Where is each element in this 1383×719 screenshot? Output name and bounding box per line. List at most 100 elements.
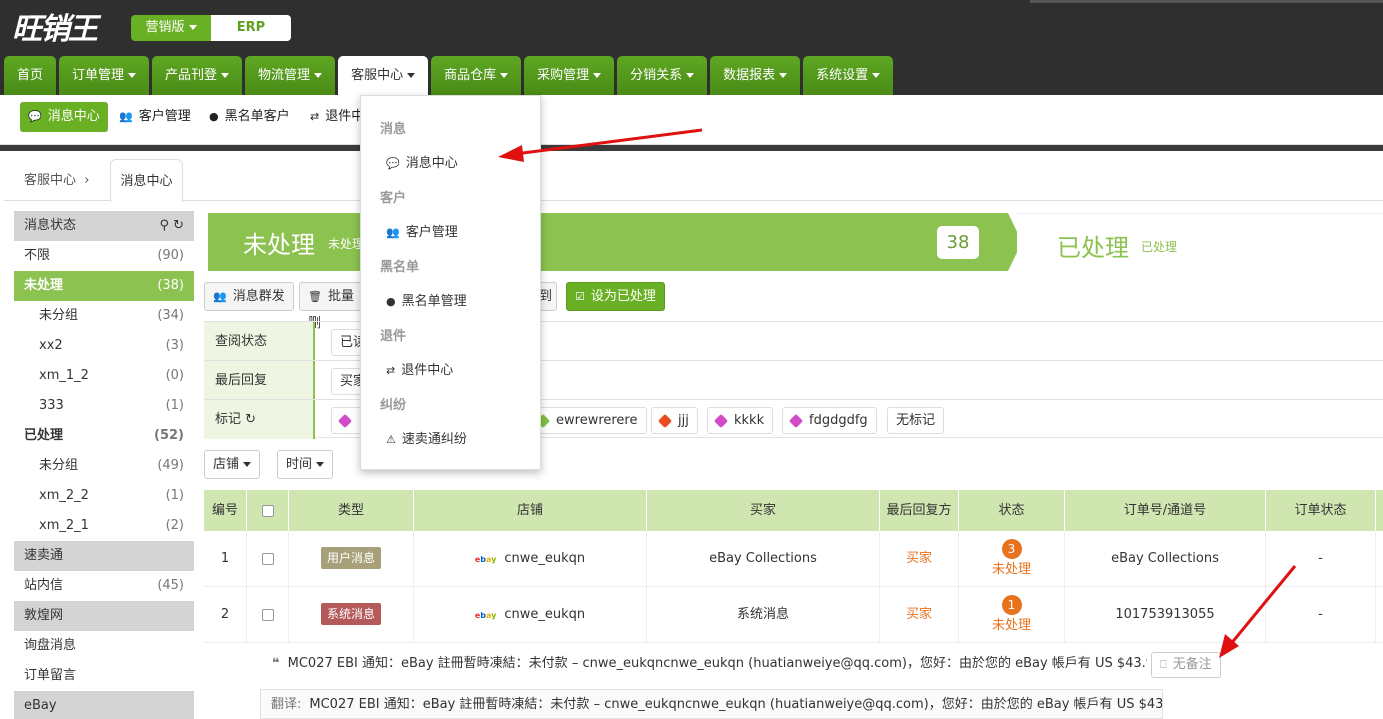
nav-tab-settings[interactable]: 系统设置 xyxy=(803,56,894,95)
sidebar-item-ungrouped[interactable]: 未分组 (34) xyxy=(14,301,194,331)
cell-order[interactable]: 101753913055 xyxy=(1065,587,1266,642)
refresh-icon[interactable]: ↻ xyxy=(245,412,256,427)
col-order-status[interactable]: 订单状态 xyxy=(1266,490,1376,531)
cell-buyer[interactable]: eBay Collections xyxy=(647,531,880,586)
tag-chip[interactable]: ewrewrerere xyxy=(529,407,647,434)
users-icon: 👥 xyxy=(213,290,227,303)
nav-tab-logistics[interactable]: 物流管理 xyxy=(245,56,336,95)
sidebar-heading-ebay: eBay xyxy=(14,691,194,719)
dropdown-item-customers[interactable]: 👥 客户管理 xyxy=(386,221,458,240)
subnav-returns[interactable]: ⇄ 退件中 xyxy=(310,102,364,132)
tag-icon xyxy=(337,413,353,428)
cell-order[interactable]: eBay Collections xyxy=(1065,531,1266,586)
sidebar-item-xm21[interactable]: xm_2_1 (2) xyxy=(14,511,194,541)
tag-icon xyxy=(657,413,673,428)
subnav-message-center[interactable]: 💬 消息中心 xyxy=(20,102,108,132)
time-filter-button[interactable]: 时间 xyxy=(277,450,334,479)
nav-tab-home[interactable]: 首页 xyxy=(4,56,57,95)
row-checkbox[interactable] xyxy=(261,608,274,621)
app-logo[interactable]: 旺销王 xyxy=(12,4,98,48)
erp-button[interactable]: ERP xyxy=(211,15,291,41)
trash-icon: 🗑 xyxy=(308,290,322,303)
message-preview[interactable]: ❝ MC027 EBI 通知：eBay 註冊暫時凍結：未付款 – cnwe_euk… xyxy=(272,652,1147,671)
sidebar-item-all[interactable]: 不限 (90) xyxy=(14,241,194,271)
table-row[interactable]: 2 系统消息 ebay cnwe_eukqn 系统消息 买家 1 未处理 10175… xyxy=(204,587,1383,643)
nav-tab-purchase[interactable]: 采购管理 xyxy=(524,56,615,95)
col-order[interactable]: 订单号/通道号 xyxy=(1065,490,1266,531)
cell-buyer[interactable]: 系统消息 xyxy=(647,587,880,642)
subnav-blacklist[interactable]: ● 黑名单客户 xyxy=(209,102,290,132)
sidebar-item-333[interactable]: 333 (1) xyxy=(14,391,194,421)
row-checkbox[interactable] xyxy=(261,552,274,565)
ebay-icon: ebay xyxy=(474,611,497,620)
sidebar-item-xm22[interactable]: xm_2_2 (1) xyxy=(14,481,194,511)
nav-tab-customer-service[interactable]: 客服中心 xyxy=(338,56,429,95)
col-shop[interactable]: 店铺 xyxy=(414,490,647,531)
nav-tab-orders[interactable]: 订单管理 xyxy=(59,56,150,95)
cell-shop: ebay cnwe_eukqn xyxy=(414,587,647,642)
cell-select[interactable] xyxy=(247,531,289,586)
filter-label: 查阅状态 xyxy=(204,322,315,361)
select-all-checkbox[interactable] xyxy=(261,504,274,517)
breadcrumb: 客服中心 › 消息中心 xyxy=(4,151,1383,202)
cell-order-status: - xyxy=(1266,531,1376,586)
refresh-icon: ⇄ xyxy=(310,110,320,123)
cell-status: 3 未处理 xyxy=(959,531,1065,586)
nav-tab-reports[interactable]: 数据报表 xyxy=(710,56,801,95)
sidebar-item-xx2[interactable]: xx2 (3) xyxy=(14,331,194,361)
add-note-button[interactable]: ⎕ 无备注 xyxy=(1151,652,1221,678)
dropdown-item-message-center[interactable]: 💬 消息中心 xyxy=(386,152,458,171)
dropdown-item-returns[interactable]: ⇄ 退件中心 xyxy=(386,359,453,378)
dropdown-item-blacklist[interactable]: ● 黑名单管理 xyxy=(386,290,467,309)
col-status[interactable]: 状态 xyxy=(959,490,1065,531)
chat-icon: 💬 xyxy=(28,110,42,123)
users-icon: 👥 xyxy=(386,226,400,239)
sidebar-item-inquiry[interactable]: 询盘消息 xyxy=(14,631,194,661)
filter-label: 最后回复 xyxy=(204,361,315,400)
pending-title: 未处理 xyxy=(243,231,315,259)
mass-message-button[interactable]: 👥 消息群发 xyxy=(204,282,294,311)
subnav-customers[interactable]: 👥 客户管理 xyxy=(119,102,191,132)
dropdown-category: 消息 xyxy=(380,122,407,137)
table-header: 编号 类型 店铺 买家 最后回复方 状态 订单号/通道号 订单状态 xyxy=(204,490,1383,531)
cell-order-status: - xyxy=(1266,587,1376,642)
tree-refresh-icon[interactable]: ⚲ ↻ xyxy=(159,211,184,241)
count-badge: 1 xyxy=(1001,595,1022,615)
table-row[interactable]: 1 用户消息 ebay cnwe_eukqn eBay Collections 买… xyxy=(204,531,1383,587)
sidebar-item-order-notes[interactable]: 订单留言 xyxy=(14,661,194,691)
sidebar-item-xm12[interactable]: xm_1_2 (0) xyxy=(14,361,194,391)
sidebar-item-inbox[interactable]: 站内信 (45) xyxy=(14,571,194,601)
col-type[interactable]: 类型 xyxy=(289,490,414,531)
done-subtitle: 已处理 xyxy=(1141,240,1178,254)
col-no[interactable]: 编号 xyxy=(204,490,247,531)
done-status-banner[interactable]: 已处理 已处理 xyxy=(1017,213,1383,271)
sidebar-heading-status: 消息状态 ⚲ ↻ xyxy=(14,211,194,241)
sidebar-item-pending[interactable]: 未处理 (38) xyxy=(14,271,194,301)
dropdown-item-disputes[interactable]: ⚠ 速卖通纠纷 xyxy=(386,428,467,447)
filter-label: 标记 ↻ xyxy=(204,400,315,439)
cell-select[interactable] xyxy=(247,587,289,642)
col-last-reply[interactable]: 最后回复方 xyxy=(880,490,959,531)
tag-chip[interactable]: fdgdgdfg xyxy=(782,407,877,434)
nav-tab-listing[interactable]: 产品刊登 xyxy=(152,56,243,95)
tab-message-center[interactable]: 消息中心 xyxy=(110,159,183,202)
no-tag-chip[interactable]: 无标记 xyxy=(887,407,945,434)
col-buyer[interactable]: 买家 xyxy=(647,490,880,531)
chat-icon: 💬 xyxy=(386,157,400,170)
tag-chip[interactable]: jjj xyxy=(651,407,698,434)
col-select[interactable] xyxy=(247,490,289,531)
pending-subtitle: 未处理 xyxy=(328,237,365,251)
tag-chip[interactable]: kkkk xyxy=(707,407,774,434)
mark-done-button[interactable]: ☑ 设为已处理 xyxy=(566,282,665,311)
edition-dropdown[interactable]: 营销版 xyxy=(131,15,211,41)
sidebar-item-ungrouped-2[interactable]: 未分组 (49) xyxy=(14,451,194,481)
shop-filter-button[interactable]: 店铺 xyxy=(204,450,261,479)
batch-delete-button[interactable]: 🗑批量删 xyxy=(299,282,369,331)
pending-status-banner[interactable]: 未处理 未处理 38 xyxy=(208,213,1022,271)
breadcrumb-root[interactable]: 客服中心 › xyxy=(24,169,89,188)
nav-tab-warehouse[interactable]: 商品仓库 xyxy=(431,56,522,95)
chevron-down-icon xyxy=(316,462,325,467)
sidebar-item-done[interactable]: 已处理 (52) xyxy=(14,421,194,451)
nav-tab-distribution[interactable]: 分销关系 xyxy=(617,56,708,95)
chevron-down-icon xyxy=(243,462,252,467)
